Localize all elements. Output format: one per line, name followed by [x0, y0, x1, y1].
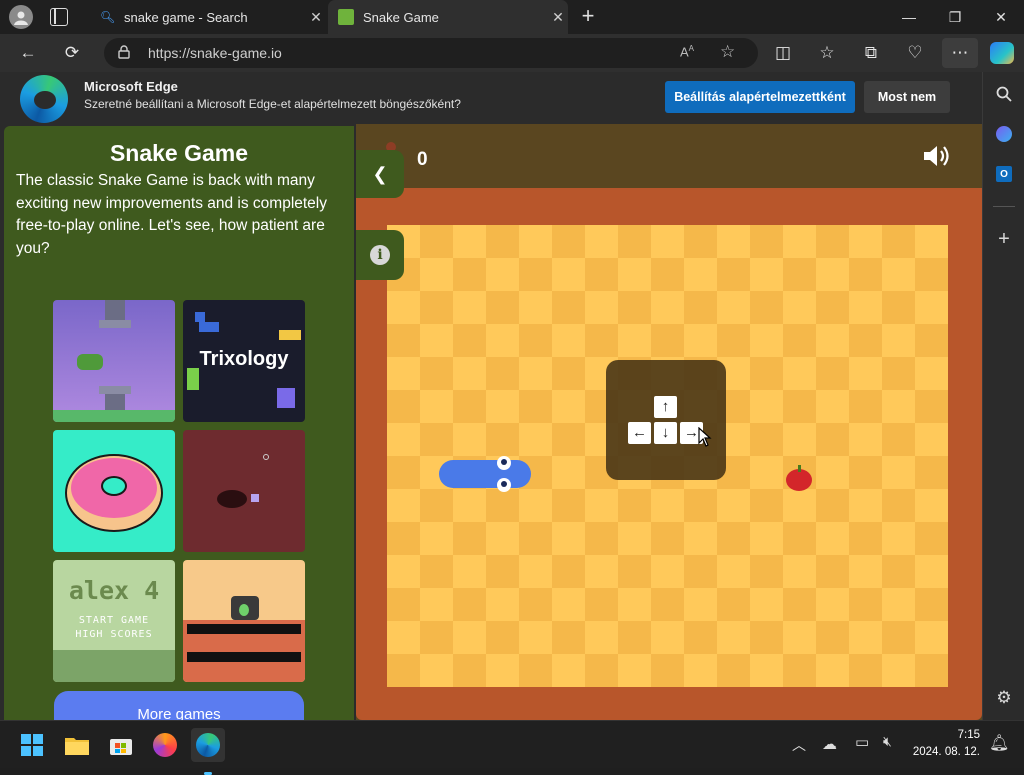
default-browser-infobar: Microsoft Edge Szeretné beállítani a Mic… — [0, 72, 982, 124]
tab-title: Snake Game — [363, 9, 439, 25]
game-thumb-donut-dots[interactable] — [53, 430, 175, 552]
alex4-scores: HIGH SCORES — [75, 629, 153, 640]
score-value: 0 — [417, 149, 428, 170]
microsoft-store-icon[interactable] — [104, 728, 138, 762]
favorites-icon[interactable]: ☆ — [812, 38, 842, 68]
alex4-title: alex 4 — [68, 576, 160, 605]
start-menu-icon[interactable] — [15, 728, 49, 762]
refresh-button[interactable]: ⟳ — [57, 38, 87, 68]
alex4-start: START GAME — [78, 615, 150, 626]
tab-bar: 🔍︎ snake game - Search ✕ Snake Game ✕ + … — [0, 0, 1024, 34]
settings-more-icon[interactable]: ⋯ — [942, 38, 978, 68]
snake-eye — [497, 478, 511, 492]
clock-date[interactable]: 2024. 08. 12. — [902, 746, 980, 758]
outlook-icon[interactable]: O — [983, 159, 1024, 189]
tab-snake-game[interactable]: Snake Game ✕ — [328, 0, 568, 34]
add-sidebar-app-icon[interactable]: + — [983, 224, 1024, 254]
edge-logo-icon — [20, 75, 68, 123]
arrow-up-key: ↑ — [654, 396, 677, 418]
onedrive-icon[interactable]: ☁ — [822, 735, 837, 753]
file-explorer-icon[interactable] — [60, 728, 94, 762]
tab-actions-icon[interactable] — [50, 8, 68, 26]
set-default-button[interactable]: Beállítás alapértelmezettként — [665, 81, 855, 113]
volume-muted-icon[interactable]: 🔇︎ — [883, 733, 892, 750]
close-window-button[interactable]: ✕ — [978, 0, 1024, 34]
game-thumb-alex4[interactable]: alex 4 START GAME HIGH SCORES — [53, 560, 175, 682]
info-icon: i — [370, 245, 390, 265]
panel-title: Snake Game — [109, 140, 249, 166]
copilot-sidebar-icon[interactable] — [983, 119, 1024, 149]
tab-title: snake game - Search — [124, 9, 248, 25]
infobar-message: Szeretné beállítani a Microsoft Edge-et … — [84, 97, 461, 111]
tab-search[interactable]: 🔍︎ snake game - Search ✕ — [90, 0, 326, 34]
split-screen-icon[interactable]: ◫ — [768, 38, 798, 68]
snake — [439, 456, 531, 492]
game-top-bar: 0 — [356, 124, 982, 188]
display-icon[interactable]: ▭ — [855, 733, 869, 751]
snake-game-favicon — [338, 9, 354, 25]
profile-avatar[interactable] — [9, 5, 33, 29]
arrow-left-key: ← — [628, 422, 651, 444]
trixology-label: Trixology — [199, 348, 289, 370]
panel-description: The classic Snake Game is back with many… — [16, 172, 327, 257]
back-button[interactable]: ← — [13, 38, 43, 68]
game-thumb-dark-red[interactable] — [183, 430, 305, 552]
snake-eye — [497, 456, 511, 470]
search-icon[interactable] — [983, 79, 1024, 109]
edge-sidebar: O + ⚙ — [982, 72, 1024, 720]
game-board[interactable]: ↑ ← ↓ → — [387, 225, 948, 687]
mouse-cursor-icon — [698, 426, 712, 452]
firefox-icon[interactable] — [148, 728, 182, 762]
collapse-panel-button[interactable]: ❮ — [356, 150, 404, 198]
close-icon[interactable]: ✕ — [306, 9, 326, 26]
restore-button[interactable]: ❐ — [932, 0, 978, 34]
info-button[interactable]: i — [356, 230, 404, 280]
game-info-panel: Snake Game The classic Snake Game is bac… — [4, 126, 354, 720]
game-container: 0 ↑ ← ↓ → — [356, 124, 982, 720]
chevron-left-icon: ❮ — [372, 163, 388, 184]
new-tab-button[interactable]: + — [576, 4, 600, 30]
lock-icon — [118, 44, 134, 62]
address-bar[interactable]: https://snake-game.io AA ☆ — [104, 38, 758, 68]
arrow-keys-hint: ↑ ← ↓ → — [606, 360, 726, 480]
more-games-label: More games — [137, 706, 221, 720]
infobar-app-name: Microsoft Edge — [84, 79, 178, 94]
browser-essentials-icon[interactable]: ♡ — [900, 38, 930, 68]
arrow-down-key: ↓ — [654, 422, 677, 444]
favorite-star-icon[interactable]: ☆ — [720, 42, 735, 62]
clock-time[interactable]: 7:15 — [912, 729, 980, 741]
read-aloud-icon[interactable]: AA — [680, 44, 694, 59]
collections-icon[interactable]: ⧉ — [856, 38, 886, 68]
game-thumb-trixology[interactable]: Trixology — [183, 300, 305, 422]
minimize-button[interactable]: — — [886, 0, 932, 34]
close-icon[interactable]: ✕ — [548, 9, 568, 26]
web-page: Snake Game The classic Snake Game is bac… — [0, 124, 982, 720]
windows-taskbar: ︿ ☁ ▭ 🔇︎ 7:15 2024. 08. 12. 🔔︎ — [0, 720, 1024, 775]
apple-food — [786, 465, 812, 491]
game-thumb-platform-robot[interactable] — [183, 560, 305, 682]
more-games-button[interactable]: More games — [54, 691, 304, 720]
edge-taskbar-icon[interactable] — [191, 728, 225, 775]
notification-bell-icon[interactable]: 🔔︎ — [989, 733, 1009, 753]
show-hidden-icons-chevron[interactable]: ︿ — [792, 735, 806, 755]
search-icon: 🔍︎ — [100, 10, 116, 24]
navigation-bar: ← ⟳ https://snake-game.io AA ☆ ◫ ☆ ⧉ ♡ ⋯ — [0, 34, 1024, 72]
sound-toggle-icon[interactable] — [922, 142, 952, 170]
game-thumb-flappy-tower[interactable] — [53, 300, 175, 422]
sidebar-settings-icon[interactable]: ⚙ — [983, 683, 1024, 713]
url-text: https://snake-game.io — [148, 45, 282, 61]
copilot-icon[interactable] — [990, 42, 1014, 64]
not-now-button[interactable]: Most nem — [864, 81, 950, 113]
